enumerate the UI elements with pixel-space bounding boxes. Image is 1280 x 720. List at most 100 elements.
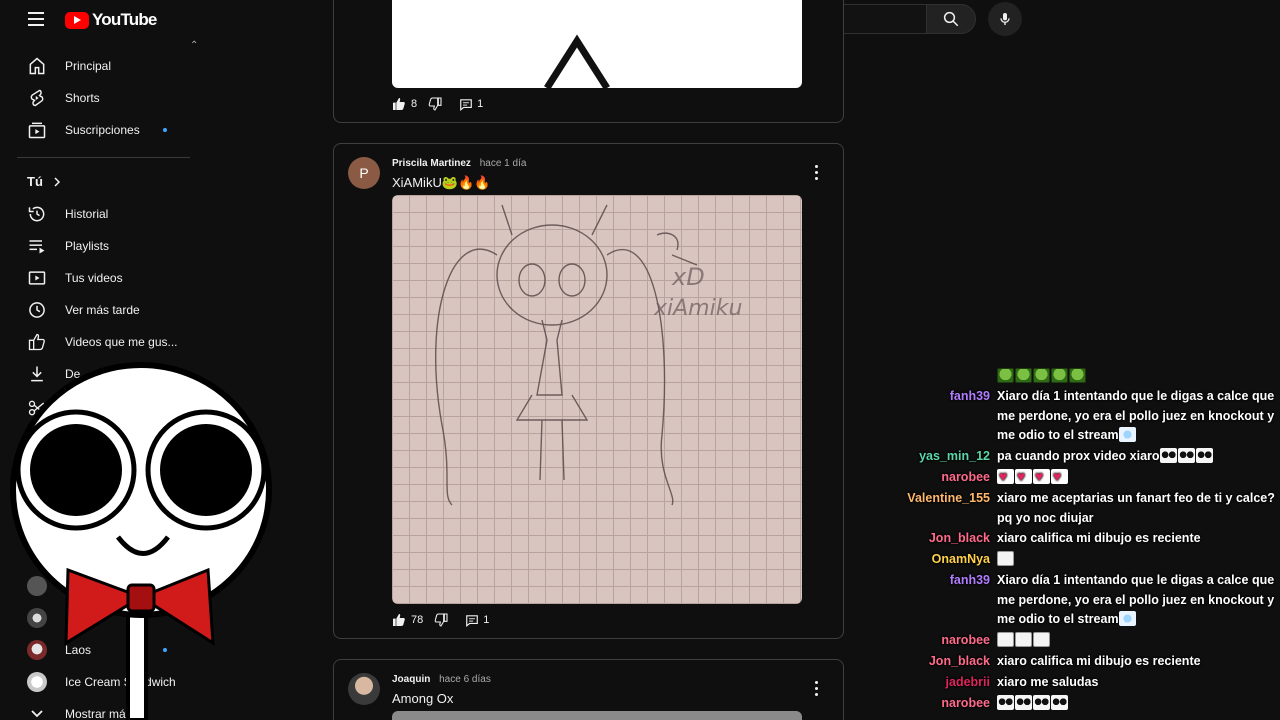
subscriptions-icon — [26, 119, 48, 141]
author-name[interactable]: Priscila Martinez — [392, 158, 471, 169]
thumbs-up-icon — [393, 98, 405, 110]
comment-icon — [460, 98, 472, 111]
post-time[interactable]: hace 1 día — [480, 158, 527, 169]
face-emote-icon — [997, 632, 1014, 647]
search-button[interactable] — [926, 4, 976, 34]
thumbs-down-icon — [428, 97, 442, 111]
microphone-icon — [1000, 13, 1010, 25]
chat-text: Xiaro día 1 intentando que le digas a ca… — [997, 571, 1275, 630]
sidebar-item-label: Principal — [65, 59, 112, 73]
heart-emote-icon — [1015, 467, 1032, 487]
post-actions: 78 1 — [391, 612, 489, 628]
chat-username: narobee — [941, 633, 990, 647]
chat-emotes — [997, 631, 1275, 651]
crying-emote-icon — [1118, 611, 1136, 627]
post-image[interactable] — [392, 0, 802, 90]
eyes-emote-icon — [1177, 448, 1195, 463]
sidebar-item-playlists[interactable]: Playlists — [17, 230, 190, 262]
sidebar-item-liked-videos[interactable]: Videos que me gus... — [17, 326, 190, 358]
comment-count: 1 — [483, 614, 490, 626]
youtube-logo[interactable]: YouTube — [65, 10, 157, 30]
author-avatar[interactable] — [348, 673, 380, 705]
more-options-icon[interactable] — [815, 165, 819, 181]
sidebar-item-historial[interactable]: Historial — [17, 198, 190, 230]
sidebar-divider — [17, 157, 190, 158]
frog-emote-icon — [1033, 368, 1050, 383]
streamer-mascot-overlay — [8, 355, 278, 720]
youtube-play-icon — [65, 11, 89, 29]
sidebar-item-tus-videos[interactable]: Tus videos — [17, 262, 190, 294]
dislike-button[interactable] — [433, 612, 449, 628]
like-count: 78 — [411, 614, 424, 626]
eyes-emote-icon — [1159, 448, 1177, 463]
like-button[interactable]: 78 — [391, 612, 423, 628]
chat-text-body: pa cuando prox video xiaro — [997, 449, 1160, 463]
chat-username: yas_min_12 — [919, 449, 990, 463]
chat-emotes — [997, 550, 1275, 570]
community-post: 8 1 — [333, 0, 844, 123]
eyes-emote-icon — [1015, 695, 1032, 710]
sidebar-item-label: Shorts — [65, 91, 100, 105]
chat-username: Jon_black — [928, 654, 990, 668]
post-image[interactable]: xD xiAmiku — [392, 195, 802, 604]
heart-emote-icon — [1051, 467, 1068, 487]
chat-username: Jon_black — [928, 531, 990, 545]
home-icon — [26, 55, 48, 77]
post-time[interactable]: hace 6 días — [439, 674, 491, 685]
chat-username: narobee — [941, 696, 990, 710]
chat-text-body: Xiaro día 1 intentando que le digas a ca… — [997, 573, 1275, 627]
sidebar-item-label: Historial — [65, 207, 109, 221]
voice-search-button[interactable] — [988, 2, 1022, 36]
post-image[interactable] — [392, 711, 802, 720]
shorts-icon — [26, 87, 48, 109]
more-options-icon[interactable] — [815, 681, 819, 697]
crying-emote-icon — [1118, 427, 1136, 443]
search-icon — [943, 11, 959, 27]
comment-count: 1 — [477, 98, 484, 110]
author-name[interactable]: Joaquin — [392, 674, 430, 685]
you-section-heading[interactable]: Tú — [27, 174, 61, 189]
sidebar-item-principal[interactable]: Principal — [17, 50, 190, 82]
eyes-emote-icon — [1051, 695, 1068, 710]
post-text: Among Ox — [392, 691, 454, 706]
chat-username: fanh39 — [949, 573, 990, 587]
like-button[interactable]: 8 — [391, 96, 417, 112]
chat-text: xiaro califica mi dibujo es reciente — [997, 654, 1201, 668]
frog-emote-icon — [1069, 368, 1086, 383]
face-emote-icon — [997, 551, 1014, 566]
community-post: P Priscila Martinez hace 1 día XiAMikU🐸🔥… — [333, 143, 844, 639]
chat-text: xiaro califica mi dibujo es reciente — [997, 531, 1201, 545]
chat-text: xiaro me aceptarias un fanart feo de ti … — [997, 491, 1275, 525]
eyes-emote-icon — [1195, 448, 1213, 463]
thumbs-down-icon — [434, 613, 448, 627]
playlists-icon — [26, 235, 48, 257]
chat-username: OnamNya — [931, 552, 990, 566]
dislike-button[interactable] — [427, 96, 443, 112]
frog-emote-icon — [997, 368, 1014, 383]
sidebar-item-suscripciones[interactable]: Suscripciones — [17, 114, 190, 146]
comment-icon — [466, 614, 479, 627]
sketch-drawing: xD xiAmiku — [435, 204, 742, 506]
scroll-up-icon[interactable]: ⌃ — [190, 40, 198, 51]
thumbs-up-icon — [393, 614, 405, 626]
comments-button[interactable]: 1 — [459, 98, 483, 111]
watch-later-icon — [26, 299, 48, 321]
chevron-right-icon — [54, 176, 60, 187]
eyes-emote-icon — [997, 695, 1014, 710]
sidebar-item-ver-mas-tarde[interactable]: Ver más tarde — [17, 294, 190, 326]
face-emote-icon — [1015, 632, 1032, 647]
heart-emote-icon — [997, 467, 1014, 487]
chat-emotes — [997, 367, 1275, 387]
author-avatar[interactable]: P — [348, 157, 380, 189]
chat-emotes — [997, 694, 1275, 714]
chat-username: Valentine_155 — [907, 491, 990, 505]
svg-text:xiAmiku: xiAmiku — [653, 296, 742, 321]
comments-button[interactable]: 1 — [465, 614, 489, 627]
sidebar-item-label: Ver más tarde — [65, 303, 140, 317]
hamburger-menu-icon[interactable] — [28, 12, 44, 26]
logo-text: YouTube — [92, 10, 157, 29]
sidebar-item-shorts[interactable]: Shorts — [17, 82, 190, 114]
community-post: Joaquin hace 6 días Among Ox — [333, 659, 844, 720]
sidebar-item-label: Videos que me gus... — [65, 335, 178, 349]
chat-username: fanh39 — [949, 389, 990, 403]
